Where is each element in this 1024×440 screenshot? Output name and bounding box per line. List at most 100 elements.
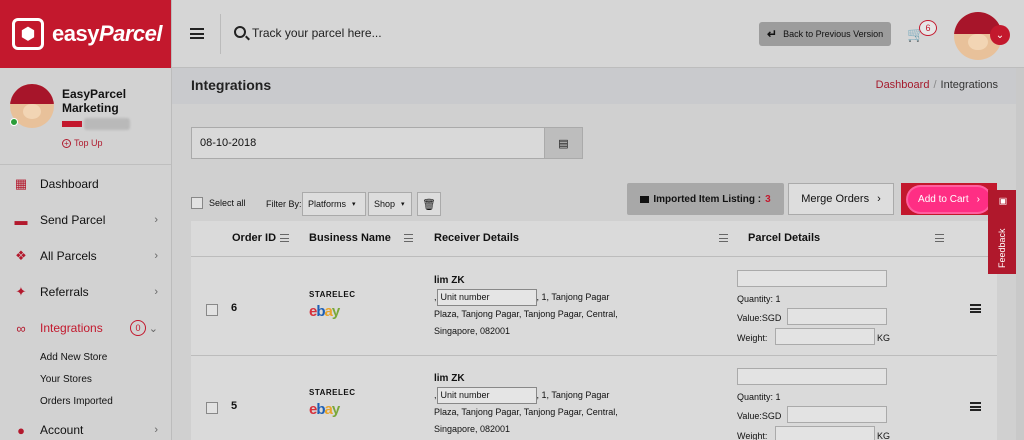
imported-item-listing-button[interactable]: Imported Item Listing :3: [627, 183, 784, 215]
weight-unit-label: KG: [877, 333, 891, 343]
main-content: ▤ Select all Filter By: Platforms ▾ Shop ▾…: [172, 104, 1024, 440]
platforms-dropdown[interactable]: Platforms ▾: [302, 192, 366, 216]
weight-unit-label: KG: [877, 431, 891, 440]
feedback-label: Feedback: [997, 228, 1007, 268]
column-header-parcel-details[interactable]: Parcel Details: [748, 232, 820, 244]
orders-table: Order ID Business Name Receiver Details …: [191, 221, 997, 440]
parcel-weight-input[interactable]: [775, 426, 875, 440]
value-label: Value:SGD: [737, 313, 782, 323]
sort-icon[interactable]: [404, 234, 413, 242]
add-to-cart-label: Add to Cart: [918, 193, 969, 205]
sidebar-item-integrations[interactable]: ∞ Integrations 0 ⌄: [0, 310, 172, 346]
merge-orders-button[interactable]: Merge Orders ›: [788, 183, 894, 215]
add-to-cart-highlight: Add to Cart ›: [908, 186, 990, 212]
receiver-details: lim ZK , Unit number, 1, Tanjong Pagar Pl…: [434, 370, 624, 438]
integrations-count-badge: 0: [130, 320, 146, 336]
store-name: STARELEC: [309, 388, 356, 397]
top-bar: ↵Back to Previous Version 🛒 6 ⌄: [172, 0, 1024, 68]
breadcrumb-current: Integrations: [940, 79, 998, 91]
parcel-details: Quantity: 1 Value:SGD Weight: KG: [737, 268, 897, 348]
parcel-weight-input[interactable]: [775, 328, 875, 345]
sidebar-subitem-your-stores[interactable]: Your Stores: [0, 368, 172, 390]
select-all[interactable]: Select all: [191, 197, 246, 209]
chevron-right-icon: ›: [154, 250, 158, 262]
address-text: , 1, Tanjong Pagar: [536, 390, 610, 400]
weight-label: Weight:: [737, 431, 768, 440]
parcel-content-input[interactable]: [737, 368, 887, 385]
receiver-address-line3: Singapore, 082001: [434, 424, 511, 435]
profile-name: EasyParcel Marketing: [62, 87, 127, 115]
sidebar-item-referrals[interactable]: ✦ Referrals ›: [0, 274, 172, 310]
orders-toolbar: Select all Filter By: Platforms ▾ Shop ▾ 🗑…: [191, 183, 1001, 216]
sort-icon[interactable]: [719, 234, 728, 242]
unit-number-input[interactable]: Unit number: [436, 289, 537, 307]
parcel-value-input[interactable]: [787, 308, 887, 325]
sidebar-item-all-parcels[interactable]: ❖ All Parcels ›: [0, 238, 172, 274]
receiver-address-line2: Plaza, Tanjong Pagar, Tanjong Pagar, Cen…: [434, 309, 618, 320]
table-row: 5 STARELEC ebay lim ZK , Unit number, 1, …: [191, 356, 997, 440]
page-scrollbar[interactable]: [1016, 68, 1024, 440]
order-id: 5: [231, 400, 238, 412]
shop-dropdown[interactable]: Shop ▾: [368, 192, 412, 216]
select-all-label: Select all: [209, 198, 246, 208]
brand-logo[interactable]: ⬢ easyParcel: [0, 0, 171, 68]
parcel-content-input[interactable]: [737, 270, 887, 287]
row-checkbox[interactable]: [206, 304, 218, 316]
sidebar-item-label: All Parcels: [40, 249, 97, 263]
feedback-tab[interactable]: Feedback ▣: [988, 190, 1016, 274]
trash-icon[interactable]: 🗑: [417, 192, 441, 216]
quantity-label: Quantity: 1: [737, 294, 781, 304]
date-input[interactable]: [192, 128, 544, 158]
currency-flag-icon: [62, 121, 82, 127]
business-cell: STARELEC ebay: [309, 388, 356, 418]
select-all-checkbox[interactable]: [191, 197, 203, 209]
chevron-down-icon[interactable]: ⌄: [990, 25, 1010, 45]
hamburger-menu-icon[interactable]: [190, 28, 204, 39]
order-id: 6: [231, 302, 238, 314]
receiver-name: lim ZK: [434, 373, 465, 384]
sort-icon[interactable]: [935, 234, 944, 242]
sidebar-item-send-parcel[interactable]: ▬ Send Parcel ›: [0, 202, 172, 238]
chevron-right-icon: ›: [877, 193, 881, 205]
parcel-value-input[interactable]: [787, 406, 887, 423]
sidebar-subitem-orders-imported[interactable]: Orders Imported: [0, 390, 172, 412]
breadcrumb-dashboard-link[interactable]: Dashboard: [876, 79, 930, 91]
chevron-right-icon: ›: [976, 193, 980, 205]
sidebar-subitem-add-new-store[interactable]: Add New Store: [0, 346, 172, 368]
dashboard-icon: ▦: [14, 176, 28, 191]
row-menu-icon[interactable]: [970, 402, 981, 411]
receiver-details: lim ZK , Unit number, 1, Tanjong Pagar Pl…: [434, 272, 624, 340]
imported-count: 3: [765, 193, 771, 205]
calendar-icon[interactable]: ▤: [544, 128, 582, 158]
row-menu-icon[interactable]: [970, 304, 981, 313]
back-button-label: Back to Previous Version: [783, 29, 884, 39]
back-to-previous-version-button[interactable]: ↵ Back to Previous Version: [759, 22, 891, 46]
users-icon: ✦: [15, 284, 27, 299]
sidebar-item-account[interactable]: ● Account ›: [0, 412, 172, 440]
add-to-cart-button[interactable]: Add to Cart ›: [901, 183, 997, 215]
row-checkbox[interactable]: [206, 402, 218, 414]
column-header-business-name[interactable]: Business Name: [309, 232, 391, 244]
unit-number-input[interactable]: Unit number: [436, 387, 537, 405]
logo-text-easy: easy: [52, 21, 99, 46]
chevron-down-icon: ⌄: [148, 322, 158, 335]
online-status-icon: [10, 118, 18, 126]
receiver-name: lim ZK: [434, 275, 465, 286]
caret-down-icon: ▾: [352, 201, 356, 208]
column-header-receiver-details[interactable]: Receiver Details: [434, 232, 519, 244]
platforms-dropdown-value: Platforms: [308, 199, 347, 209]
filter-by-label: Filter By:: [266, 199, 302, 209]
top-up-link[interactable]: + Top Up: [62, 138, 103, 148]
table-row: 6 STARELEC ebay lim ZK , Unit number, 1, …: [191, 258, 997, 356]
sidebar-item-label: Account: [40, 423, 84, 437]
boxes-icon: ❖: [15, 248, 27, 263]
shop-dropdown-value: Shop: [374, 199, 396, 209]
column-header-order-id[interactable]: Order ID: [232, 232, 276, 244]
track-parcel-search-input[interactable]: [252, 22, 552, 44]
sort-icon[interactable]: [280, 234, 289, 242]
page-title: Integrations: [191, 77, 272, 93]
chevron-right-icon: ›: [154, 424, 158, 436]
sidebar-item-dashboard[interactable]: ▦ Dashboard: [0, 166, 172, 202]
receiver-address-line1: , Unit number, 1, Tanjong Pagar: [434, 387, 624, 405]
top-up-label: Top Up: [74, 138, 103, 148]
